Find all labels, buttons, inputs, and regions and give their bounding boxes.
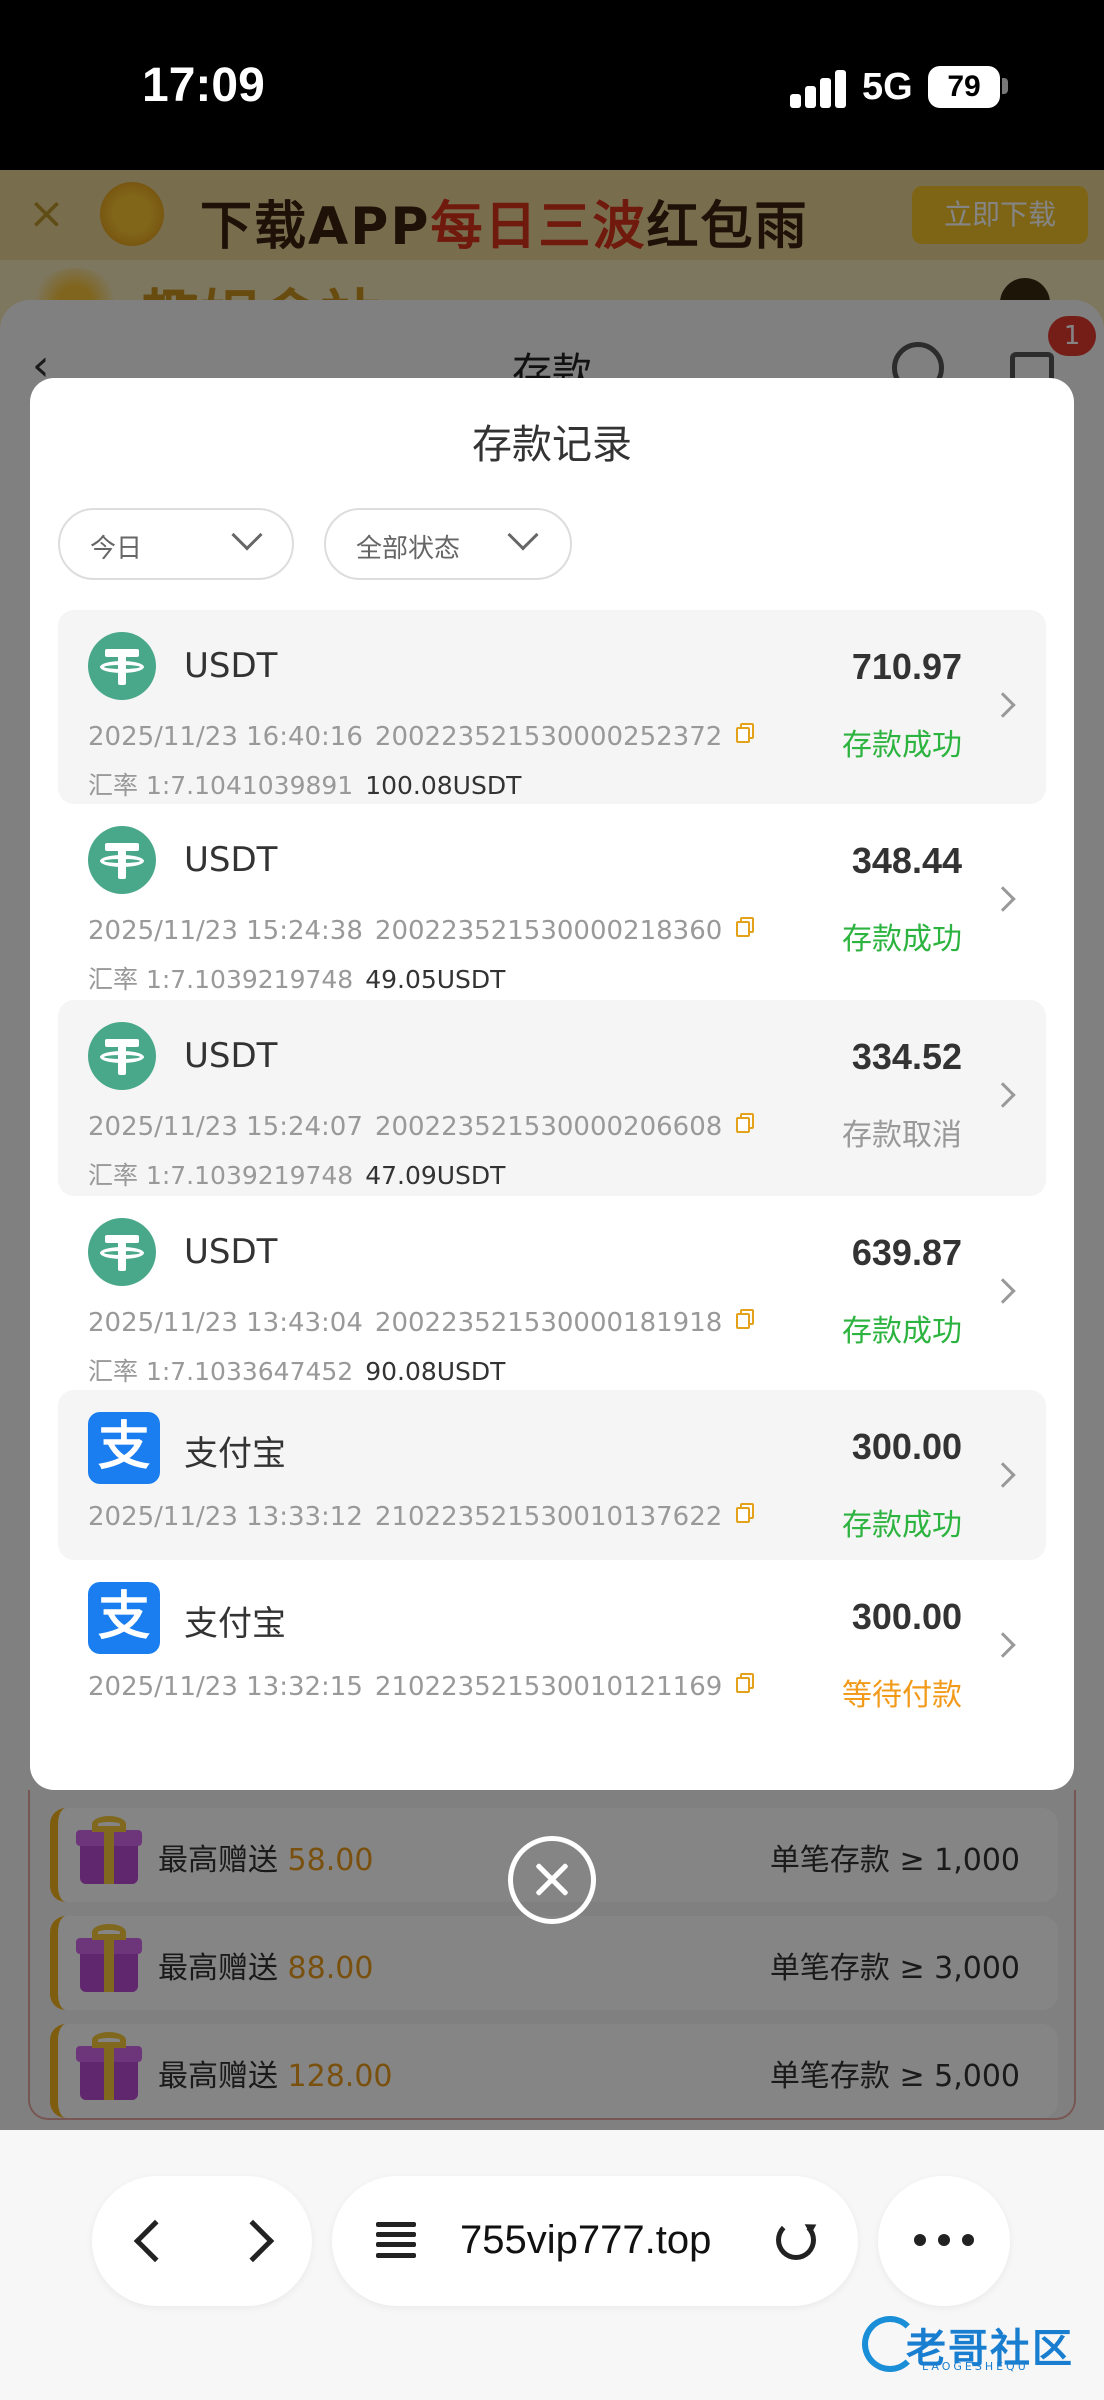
record-time: 2025/11/23 15:24:07 — [88, 1112, 363, 1142]
more-icon — [914, 2234, 974, 2246]
record-meta: 2025/11/23 15:24:07 200223521530000206608 — [88, 1112, 755, 1142]
exchange-rate: 汇率 1:7.1039219748 — [88, 1161, 354, 1190]
chevron-down-icon — [507, 519, 539, 551]
modal-title: 存款记录 — [472, 422, 632, 468]
payment-method: USDT — [184, 1232, 278, 1272]
deposit-status: 存款成功 — [842, 1508, 962, 1543]
order-number: 200223521530000206608 — [374, 1112, 723, 1142]
deposit-record[interactable]: 支 支付宝 300.00 2025/11/23 13:32:15 21022352… — [58, 1560, 1046, 1730]
usdt-amount: 49.05USDT — [365, 965, 506, 994]
copy-icon[interactable] — [736, 1113, 755, 1133]
battery-icon: 79 — [928, 66, 1000, 108]
usdt-icon — [88, 1022, 156, 1090]
deposit-record[interactable]: USDT 348.44 2025/11/23 15:24:38 200223521… — [58, 804, 1046, 1000]
usdt-icon — [88, 632, 156, 700]
usdt-icon — [88, 826, 156, 894]
usdt-icon — [88, 1218, 156, 1286]
exchange-info: 汇率 1:7.1039219748 49.05USDT — [88, 960, 505, 996]
deposit-record[interactable]: 支 支付宝 300.00 2025/11/23 13:33:12 21022352… — [58, 1390, 1046, 1560]
navigation-buttons — [92, 2176, 312, 2306]
order-number: 200223521530000181918 — [374, 1308, 723, 1338]
record-meta: 2025/11/23 15:24:38 200223521530000218360 — [88, 916, 755, 946]
order-number: 200223521530000252372 — [374, 722, 723, 752]
exchange-rate: 汇率 1:7.1033647452 — [88, 1357, 354, 1386]
deposit-amount: 300.00 — [851, 1596, 962, 1637]
record-time: 2025/11/23 13:33:12 — [88, 1502, 363, 1532]
deposit-amount: 710.97 — [851, 646, 962, 687]
deposit-status: 存款成功 — [842, 1314, 962, 1349]
deposit-status: 存款成功 — [842, 728, 962, 763]
exchange-info: 汇率 1:7.1041039891 100.08USDT — [88, 766, 521, 802]
deposit-records-modal: 存款记录 今日 全部状态 USDT 710.97 2025/11/23 16:4… — [30, 378, 1074, 1790]
copy-icon[interactable] — [736, 917, 755, 937]
watermark-logo: 老哥社区 LAOGESHEQU — [862, 2316, 1094, 2376]
exchange-rate: 汇率 1:7.1041039891 — [88, 771, 354, 800]
record-time: 2025/11/23 13:32:15 — [88, 1672, 363, 1702]
chevron-right-icon — [990, 886, 1016, 912]
browser-toolbar: 755vip777.top 老哥社区 LAOGESHEQU — [0, 2130, 1104, 2400]
status-bar: 17:09 5G 79 — [0, 0, 1104, 170]
deposit-record[interactable]: USDT 639.87 2025/11/23 13:43:04 200223521… — [58, 1196, 1046, 1390]
status-time: 17:09 — [142, 59, 265, 112]
order-number: 200223521530000218360 — [374, 916, 723, 946]
payment-method: 支付宝 — [184, 1434, 286, 1474]
exchange-rate: 汇率 1:7.1039219748 — [88, 965, 354, 994]
deposit-record[interactable]: USDT 334.52 2025/11/23 15:24:07 200223521… — [58, 1000, 1046, 1196]
deposit-status: 存款取消 — [842, 1118, 962, 1153]
battery-tip — [1002, 78, 1008, 94]
chevron-right-icon — [990, 1082, 1016, 1108]
payment-method: USDT — [184, 1036, 278, 1076]
alipay-icon: 支 — [88, 1582, 160, 1654]
record-time: 2025/11/23 16:40:16 — [88, 722, 363, 752]
watermark-subtext: LAOGESHEQU — [922, 2360, 1029, 2373]
copy-icon[interactable] — [736, 1309, 755, 1329]
chevron-right-icon — [990, 1278, 1016, 1304]
exchange-info: 汇率 1:7.1033647452 90.08USDT — [88, 1352, 505, 1388]
chevron-right-icon — [990, 1632, 1016, 1658]
network-label: 5G — [862, 66, 913, 108]
chevron-right-icon — [990, 692, 1016, 718]
tab-switcher-icon[interactable] — [376, 2222, 416, 2258]
close-modal-icon[interactable] — [508, 1836, 596, 1924]
status-filter-dropdown[interactable]: 全部状态 — [324, 508, 572, 580]
status-filter-label: 全部状态 — [356, 534, 461, 564]
reload-icon[interactable] — [776, 2220, 816, 2260]
deposit-status: 等待付款 — [842, 1678, 962, 1713]
deposit-record[interactable]: USDT 710.97 2025/11/23 16:40:16 200223521… — [58, 610, 1046, 804]
deposit-amount: 639.87 — [851, 1232, 962, 1273]
record-time: 2025/11/23 13:43:04 — [88, 1308, 363, 1338]
deposit-amount: 300.00 — [851, 1426, 962, 1467]
usdt-amount: 90.08USDT — [365, 1357, 506, 1386]
signal-icon — [790, 68, 846, 108]
deposit-status: 存款成功 — [842, 922, 962, 957]
copy-icon[interactable] — [736, 723, 755, 743]
order-number: 210223521530010121169 — [374, 1672, 723, 1702]
record-meta: 2025/11/23 13:43:04 200223521530000181918 — [88, 1308, 755, 1338]
chevron-right-icon — [990, 1462, 1016, 1488]
record-meta: 2025/11/23 13:32:15 210223521530010121169 — [88, 1672, 755, 1702]
payment-method: USDT — [184, 646, 278, 686]
record-meta: 2025/11/23 13:33:12 210223521530010137622 — [88, 1502, 755, 1532]
deposit-amount: 348.44 — [851, 840, 962, 881]
alipay-icon: 支 — [88, 1412, 160, 1484]
record-time: 2025/11/23 15:24:38 — [88, 916, 363, 946]
deposit-amount: 334.52 — [851, 1036, 962, 1077]
chevron-down-icon — [231, 519, 263, 551]
record-meta: 2025/11/23 16:40:16 200223521530000252372 — [88, 722, 755, 752]
payment-method: 支付宝 — [184, 1604, 286, 1644]
date-filter-label: 今日 — [90, 534, 143, 564]
back-arrow-icon[interactable] — [133, 2219, 177, 2263]
copy-icon[interactable] — [736, 1503, 755, 1523]
usdt-amount: 100.08USDT — [365, 771, 522, 800]
copy-icon[interactable] — [736, 1673, 755, 1693]
forward-arrow-icon[interactable] — [231, 2219, 275, 2263]
url-text: 755vip777.top — [460, 2218, 712, 2262]
date-filter-dropdown[interactable]: 今日 — [58, 508, 294, 580]
address-bar[interactable]: 755vip777.top — [332, 2176, 858, 2306]
usdt-amount: 47.09USDT — [365, 1161, 506, 1190]
payment-method: USDT — [184, 840, 278, 880]
more-menu-button[interactable] — [878, 2176, 1010, 2306]
order-number: 210223521530010137622 — [374, 1502, 723, 1532]
exchange-info: 汇率 1:7.1039219748 47.09USDT — [88, 1156, 505, 1192]
